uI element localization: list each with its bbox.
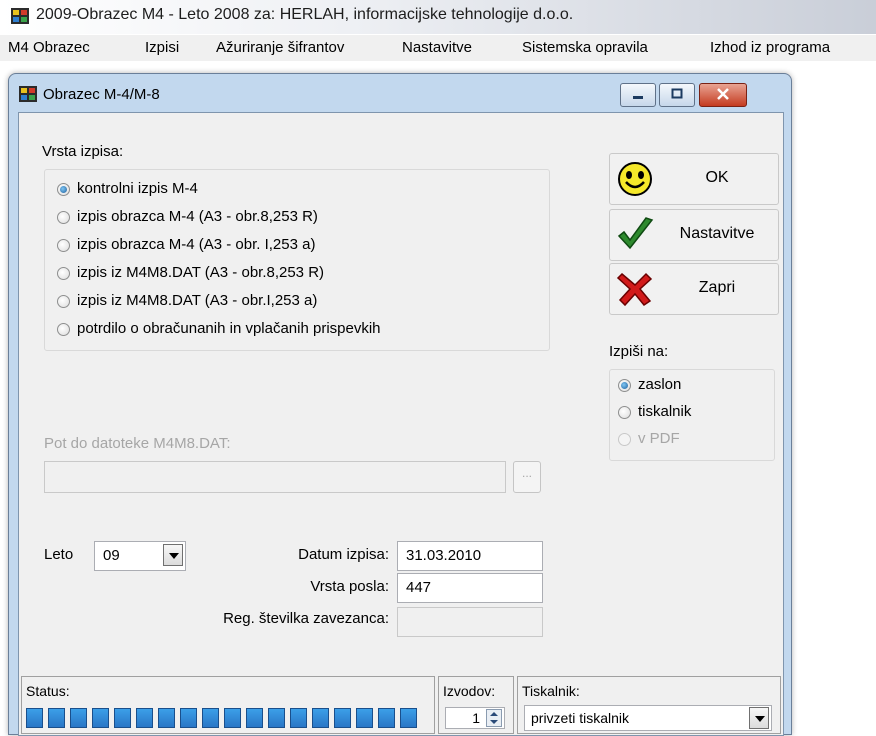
- reg-stevilka-label: Reg. številka zavezanca:: [223, 610, 389, 627]
- progress-segment: [356, 708, 373, 728]
- radio-indicator[interactable]: [57, 183, 70, 196]
- zapri-button[interactable]: Zapri: [609, 263, 779, 315]
- progress-segment: [70, 708, 87, 728]
- zapri-label: Zapri: [698, 279, 736, 296]
- progress-segment: [26, 708, 43, 728]
- progress-segment: [48, 708, 65, 728]
- progress-segment: [268, 708, 285, 728]
- radio-indicator[interactable]: [57, 323, 70, 336]
- progress-segment: [202, 708, 219, 728]
- maximize-button[interactable]: [659, 83, 695, 107]
- minimize-icon: [633, 96, 643, 99]
- menu-nastavitve[interactable]: Nastavitve: [402, 39, 472, 56]
- radio-label: tiskalnik: [638, 403, 692, 420]
- menu-izpisi[interactable]: Izpisi: [145, 39, 179, 56]
- leto-label: Leto: [44, 546, 74, 563]
- vrsta-posla-label: Vrsta posla:: [310, 578, 389, 595]
- chevron-down-icon[interactable]: [163, 544, 183, 566]
- app-icon: [11, 8, 29, 24]
- nastavitve-label: Nastavitve: [679, 225, 755, 242]
- izvodov-panel: Izvodov: 1: [438, 676, 514, 734]
- progress-segment: [158, 708, 175, 728]
- status-label: Status:: [26, 683, 70, 699]
- close-icon: [717, 88, 729, 100]
- progress-segment: [136, 708, 153, 728]
- progress-segment: [180, 708, 197, 728]
- close-x-icon: [616, 272, 653, 307]
- radio-label: kontrolni izpis M-4: [77, 180, 198, 197]
- progress-segment: [92, 708, 109, 728]
- status-panel: Status:: [21, 676, 435, 734]
- radio-label: izpis obrazca M-4 (A3 - obr. I,253 a): [77, 236, 316, 253]
- vrsta-izpisa-group: kontrolni izpis M-4 izpis obrazca M-4 (A…: [44, 169, 550, 351]
- tiskalnik-combobox[interactable]: privzeti tiskalnik: [524, 705, 772, 731]
- tiskalnik-panel: Tiskalnik: privzeti tiskalnik: [517, 676, 781, 734]
- progress-segment: [246, 708, 263, 728]
- browse-button: ...: [513, 461, 541, 493]
- app-title: 2009-Obrazec M4 - Leto 2008 za: HERLAH, …: [36, 6, 574, 23]
- menu-izhod[interactable]: Izhod iz programa: [710, 39, 830, 56]
- radio-indicator[interactable]: [57, 239, 70, 252]
- progress-segment: [312, 708, 329, 728]
- dialog-titlebar[interactable]: Obrazec M-4/M-8: [9, 74, 791, 112]
- tiskalnik-value: privzeti tiskalnik: [531, 710, 630, 726]
- menu-m4-obrazec[interactable]: M4 Obrazec: [8, 39, 90, 56]
- pot-field: [44, 461, 506, 493]
- radio-indicator[interactable]: [57, 267, 70, 280]
- close-button[interactable]: [699, 83, 747, 107]
- izpisi-na-label: Izpiši na:: [609, 343, 669, 360]
- checkmark-icon: [617, 217, 654, 250]
- menubar: M4 Obrazec Izpisi Ažuriranje šifrantov N…: [0, 35, 876, 61]
- radio-indicator[interactable]: [618, 406, 631, 419]
- izvodov-value: 1: [472, 710, 480, 726]
- ok-label: OK: [705, 169, 729, 186]
- pot-label: Pot do datoteke M4M8.DAT:: [44, 435, 231, 452]
- radio-label: izpis iz M4M8.DAT (A3 - obr.8,253 R): [77, 264, 325, 281]
- progress-segment: [400, 708, 417, 728]
- radio-label: potrdilo o obračunanih in vplačanih pris…: [77, 320, 381, 337]
- chevron-down-icon[interactable]: [749, 707, 769, 729]
- radio-indicator[interactable]: [57, 211, 70, 224]
- minimize-button[interactable]: [620, 83, 656, 107]
- menu-azuriranje-sifrantov[interactable]: Ažuriranje šifrantov: [216, 39, 344, 56]
- spinner-arrows-icon[interactable]: [486, 709, 502, 727]
- progress-segment: [378, 708, 395, 728]
- izpisi-na-group: zaslon tiskalnik v PDF: [609, 369, 775, 461]
- progress-segment: [224, 708, 241, 728]
- progress-segment: [334, 708, 351, 728]
- leto-combobox[interactable]: 09: [94, 541, 186, 571]
- ok-button[interactable]: OK: [609, 153, 779, 205]
- progress-segment: [114, 708, 131, 728]
- datum-izpisa-label: Datum izpisa:: [298, 546, 389, 563]
- nastavitve-button[interactable]: Nastavitve: [609, 209, 779, 261]
- dialog-client: Vrsta izpisa: kontrolni izpis M-4 izpis …: [18, 112, 784, 736]
- izvodov-spinner[interactable]: 1: [445, 707, 505, 729]
- dialog-icon: [19, 86, 37, 102]
- vrsta-posla-field[interactable]: 447: [397, 573, 543, 603]
- menu-sistemska-opravila[interactable]: Sistemska opravila: [522, 39, 648, 56]
- radio-label: zaslon: [638, 376, 682, 393]
- maximize-icon: [671, 88, 683, 99]
- progress-segment: [290, 708, 307, 728]
- dialog-window: Obrazec M-4/M-8 Vrsta izpisa: kontrolni …: [8, 73, 792, 736]
- radio-label: izpis obrazca M-4 (A3 - obr.8,253 R): [77, 208, 318, 225]
- radio-label: v PDF: [638, 430, 680, 447]
- reg-stevilka-field: [397, 607, 543, 637]
- izvodov-label: Izvodov:: [443, 683, 496, 699]
- radio-label: izpis iz M4M8.DAT (A3 - obr.I,253 a): [77, 292, 318, 309]
- vrsta-izpisa-label: Vrsta izpisa:: [42, 143, 124, 160]
- tiskalnik-label: Tiskalnik:: [522, 683, 580, 699]
- smiley-icon: [618, 162, 652, 196]
- leto-value: 09: [103, 547, 120, 564]
- radio-indicator: [618, 433, 631, 446]
- datum-izpisa-field[interactable]: 31.03.2010: [397, 541, 543, 571]
- radio-indicator[interactable]: [618, 379, 631, 392]
- dialog-title: Obrazec M-4/M-8: [43, 86, 160, 103]
- app-titlebar: 2009-Obrazec M4 - Leto 2008 za: HERLAH, …: [0, 0, 876, 34]
- radio-indicator[interactable]: [57, 295, 70, 308]
